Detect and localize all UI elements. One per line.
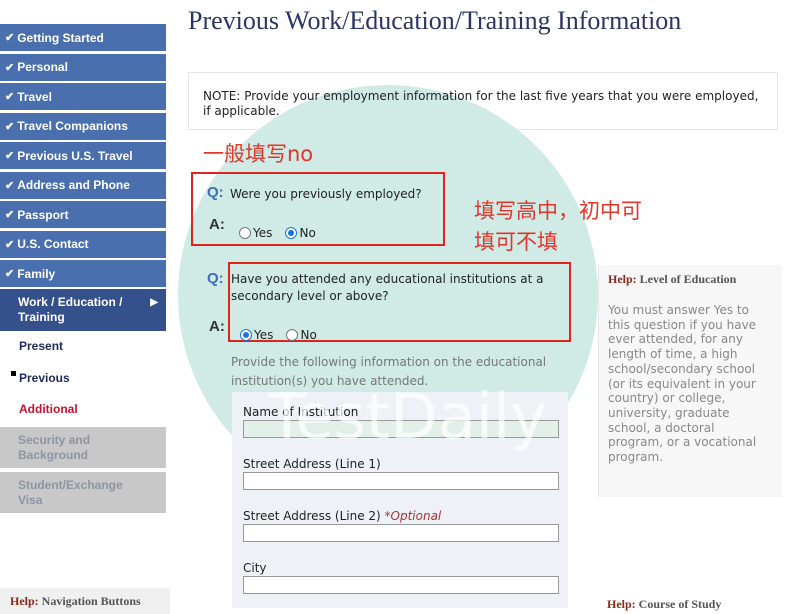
a-label: A: [209,318,225,335]
question-employed: Were you previously employed? [230,187,422,201]
check-icon: ✔ [5,150,15,162]
help-prefix: Help: [607,597,636,611]
help-title: Level of Education [639,272,737,286]
sidebar-item-label: Getting Started [17,30,104,45]
sidebar-item-student-exchange-visa: Student/Exchange Visa [0,472,166,513]
sidebar-item-personal[interactable]: ✔ Personal [0,53,166,81]
sidebar-item-address-and-phone[interactable]: ✔ Address and Phone [0,171,166,199]
label-text: Street Address (Line 2) [243,509,381,523]
current-marker-icon [11,371,16,376]
sidebar-item-u-s-contact[interactable]: ✔ U.S. Contact [0,230,166,258]
sidebar-item-work-education-training[interactable]: Work / Education / Training ▶ [0,289,166,331]
sidebar-item-label: Work / Education / Training [18,295,123,324]
sidebar-subitem-previous[interactable]: Previous [19,371,70,385]
street-address-2-input[interactable] [243,524,559,542]
sidebar-item-previous-u-s-travel[interactable]: ✔ Previous U.S. Travel [0,142,166,169]
sidebar-subitem-present[interactable]: Present [19,339,63,353]
help-body: You must answer Yes to this question if … [608,303,757,465]
help-navigation-buttons: Help: Navigation Buttons [0,588,170,614]
annotation-education-1: 填写高中，初中可 [474,199,642,223]
radio-label: No [299,226,316,240]
sidebar-item-security-background: Security and Background [0,427,166,468]
note-box: NOTE: Provide your employment informatio… [188,72,778,130]
radio-label: Yes [253,226,273,240]
annotation-education-2: 填可不填 [474,230,558,254]
sidebar-item-travel-companions[interactable]: ✔ Travel Companions [0,112,166,140]
arrow-right-icon: ▶ [150,297,158,308]
education-intro: Provide the following information on the… [231,355,547,388]
field-label-institution: Name of Institution [243,405,359,419]
check-icon: ✔ [5,179,15,192]
sidebar-item-label: Family [17,266,56,281]
sidebar-item-getting-started[interactable]: ✔ Getting Started [0,24,166,51]
education-yes-radio[interactable] [240,329,252,341]
sidebar-item-label: U.S. Contact [17,237,89,251]
page-title: Previous Work/Education/Training Informa… [188,6,682,35]
question-education: Have you attended any educational instit… [231,272,544,303]
sidebar-item-label: Passport [17,207,69,222]
sidebar-item-label: Travel [17,89,52,104]
sidebar-item-label: Security and Background [18,432,91,462]
check-icon: ✔ [5,32,15,44]
help-title: Navigation Buttons [41,594,141,608]
field-label-city: City [243,561,267,575]
employed-yes-radio[interactable] [239,227,251,239]
sidebar-item-label: Personal [17,60,68,74]
employed-no-radio[interactable] [285,227,298,239]
help-course-of-study: Help: Course of Study [607,597,721,612]
employed-radio-group: Yes No [239,222,324,241]
field-label-street-2: Street Address (Line 2) *Optional [243,509,441,523]
help-prefix: Help: [608,272,637,286]
sidebar-item-family[interactable]: ✔ Family [0,260,166,287]
help-panel-education: Help: Level of Education You must answer… [598,265,782,497]
radio-label: No [300,328,317,342]
check-icon: ✔ [5,61,15,74]
sidebar-item-label: Address and Phone [17,178,130,192]
a-label: A: [209,216,225,233]
optional-tag: *Optional [384,509,442,523]
education-no-radio[interactable] [286,329,299,341]
help-prefix: Help: [10,594,39,608]
check-icon: ✔ [5,91,15,103]
education-radio-group: Yes No [240,324,325,343]
city-input[interactable] [243,576,559,594]
q-label: Q: [207,184,224,201]
check-icon: ✔ [5,268,15,280]
sidebar-item-label: Student/Exchange Visa [18,477,123,507]
sidebar-item-travel[interactable]: ✔ Travel [0,83,166,110]
institution-name-input[interactable] [243,420,559,438]
q-label: Q: [207,270,224,287]
field-label-street-1: Street Address (Line 1) [243,457,381,471]
help-heading: Help: Level of Education [608,272,736,287]
radio-label: Yes [254,328,274,342]
check-icon: ✔ [5,120,15,133]
sidebar-item-label: Previous U.S. Travel [17,148,133,163]
annotation-employed: 一般填写no [203,142,314,166]
help-title: Course of Study [638,597,722,611]
sidebar-item-passport[interactable]: ✔ Passport [0,201,166,228]
sidebar-subitem-additional[interactable]: Additional [19,402,78,416]
sidebar-item-label: Travel Companions [17,119,128,133]
check-icon: ✔ [5,238,15,251]
street-address-1-input[interactable] [243,472,559,490]
check-icon: ✔ [5,209,15,221]
